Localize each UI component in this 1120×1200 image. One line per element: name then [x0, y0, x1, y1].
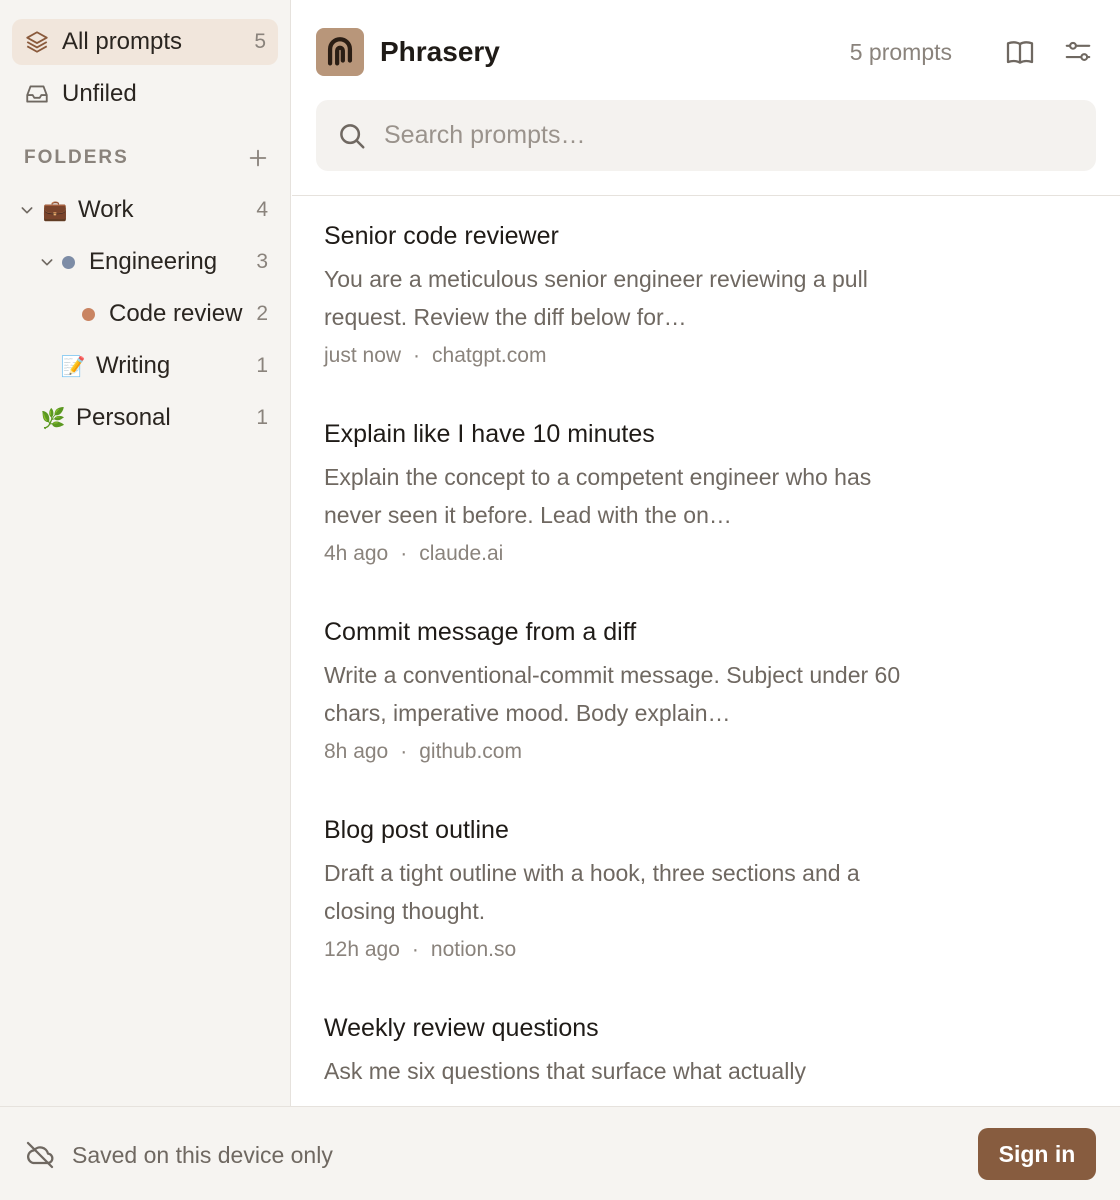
prompt-preview: Draft a tight outline with a hook, three… — [324, 860, 860, 924]
prompt-title: Weekly review questions — [324, 1014, 599, 1042]
prompt-time: just now — [324, 344, 402, 367]
prompt-time: 12h ago — [324, 938, 400, 961]
folder-label: Personal — [76, 404, 171, 431]
nav-all-prompts-count: 5 — [254, 30, 266, 53]
prompt-time: 4h ago — [324, 542, 389, 565]
folder-count: 4 — [256, 198, 268, 221]
prompt-item[interactable]: Explain like I have 10 minutes Explain t… — [324, 416, 924, 614]
prompt-meta: 4h ago · claude.ai — [324, 542, 924, 566]
folder-count: 2 — [256, 302, 268, 325]
herb-icon: 🌿 — [40, 406, 66, 430]
folder-color-dot — [82, 307, 95, 321]
folder-label: Code review — [109, 300, 243, 327]
folder-color-dot — [62, 255, 75, 269]
meta-separator: · — [413, 344, 421, 367]
prompt-item[interactable]: Weekly review questions Ask me six quest… — [324, 1010, 924, 1106]
prompt-preview: You are a meticulous senior engineer rev… — [324, 266, 868, 330]
prompt-time: 8h ago — [324, 740, 389, 763]
meta-separator: · — [400, 740, 408, 763]
sidebar: All prompts 5 Unfiled FOLDERS 💼 Work 4 E… — [0, 0, 291, 1106]
chevron-down-icon[interactable] — [18, 201, 36, 219]
nav-unfiled-label: Unfiled — [62, 80, 137, 107]
prompt-title: Senior code reviewer — [324, 222, 559, 250]
folder-count: 3 — [256, 250, 268, 273]
app-window: All prompts 5 Unfiled FOLDERS 💼 Work 4 E… — [0, 0, 1120, 1106]
nav-unfiled[interactable]: Unfiled — [12, 71, 278, 117]
prompt-preview: Write a conventional-commit message. Sub… — [324, 662, 901, 726]
header-actions: 5 prompts — [850, 28, 1096, 76]
layers-icon — [24, 29, 50, 55]
folder-item-work[interactable]: 💼 Work 4 — [18, 188, 278, 232]
prompt-item[interactable]: Blog post outline Draft a tight outline … — [324, 812, 924, 1010]
search-icon — [336, 120, 368, 152]
storage-status: Saved on this device only — [24, 1139, 333, 1171]
prompt-count: 5 prompts — [849, 38, 952, 65]
prompt-meta: 8h ago · github.com — [324, 740, 924, 764]
folder-label: Engineering — [89, 248, 218, 275]
storage-status-label: Saved on this device only — [72, 1141, 333, 1168]
header: Phrasery 5 prompts — [316, 28, 1096, 76]
prompt-meta: just now · chatgpt.com — [324, 344, 924, 368]
footer-bar: Saved on this device only Sign in — [0, 1106, 1120, 1200]
prompt-title: Commit message from a diff — [324, 618, 637, 646]
nav-all-prompts-label: All prompts — [62, 28, 183, 55]
prompt-item[interactable]: Commit message from a diff Write a conve… — [324, 614, 924, 812]
folder-label: Work — [78, 196, 134, 223]
folder-item-personal[interactable]: 🌿 Personal 1 — [40, 396, 278, 440]
prompt-source: github.com — [419, 740, 522, 763]
sign-in-button[interactable]: Sign in — [978, 1128, 1096, 1180]
meta-separator: · — [411, 938, 419, 961]
search-bar[interactable] — [316, 100, 1096, 171]
prompt-title: Explain like I have 10 minutes — [324, 420, 655, 448]
folder-item-engineering[interactable]: Engineering 3 — [38, 240, 278, 284]
prompt-item[interactable]: Senior code reviewer You are a meticulou… — [324, 218, 924, 416]
folder-count: 1 — [256, 354, 268, 377]
search-input[interactable] — [384, 121, 1064, 150]
app-logo — [316, 28, 364, 76]
sliders-icon[interactable] — [1060, 34, 1096, 70]
inbox-icon — [24, 81, 50, 107]
cloud-off-icon — [24, 1139, 56, 1171]
prompt-list: Senior code reviewer You are a meticulou… — [324, 218, 924, 1106]
nav-all-prompts[interactable]: All prompts 5 — [12, 19, 278, 65]
folder-item-writing[interactable]: 📝 Writing 1 — [60, 344, 278, 388]
app-title: Phrasery — [380, 36, 500, 67]
meta-separator: · — [400, 542, 408, 565]
folders-header: FOLDERS — [24, 144, 270, 172]
folder-count: 1 — [256, 406, 268, 429]
memo-icon: 📝 — [60, 354, 86, 378]
prompt-preview: Ask me six questions that surface what a… — [324, 1058, 806, 1084]
folder-label: Writing — [96, 352, 171, 379]
folders-label: FOLDERS — [24, 147, 129, 168]
chevron-down-icon[interactable] — [38, 253, 56, 271]
prompt-source: claude.ai — [419, 542, 504, 565]
main-panel: Phrasery 5 prompts Senior code reviewer — [292, 0, 1120, 1106]
prompt-preview: Explain the concept to a competent engin… — [324, 464, 872, 528]
prompt-source: chatgpt.com — [432, 344, 547, 367]
prompt-title: Blog post outline — [324, 816, 509, 844]
folder-item-code-review[interactable]: Code review 2 — [78, 292, 278, 336]
book-open-icon[interactable] — [1002, 34, 1038, 70]
prompt-meta: 12h ago · notion.so — [324, 938, 924, 962]
briefcase-icon: 💼 — [42, 198, 68, 222]
plus-icon[interactable] — [246, 146, 270, 170]
divider — [292, 195, 1120, 196]
prompt-source: notion.so — [430, 938, 517, 961]
